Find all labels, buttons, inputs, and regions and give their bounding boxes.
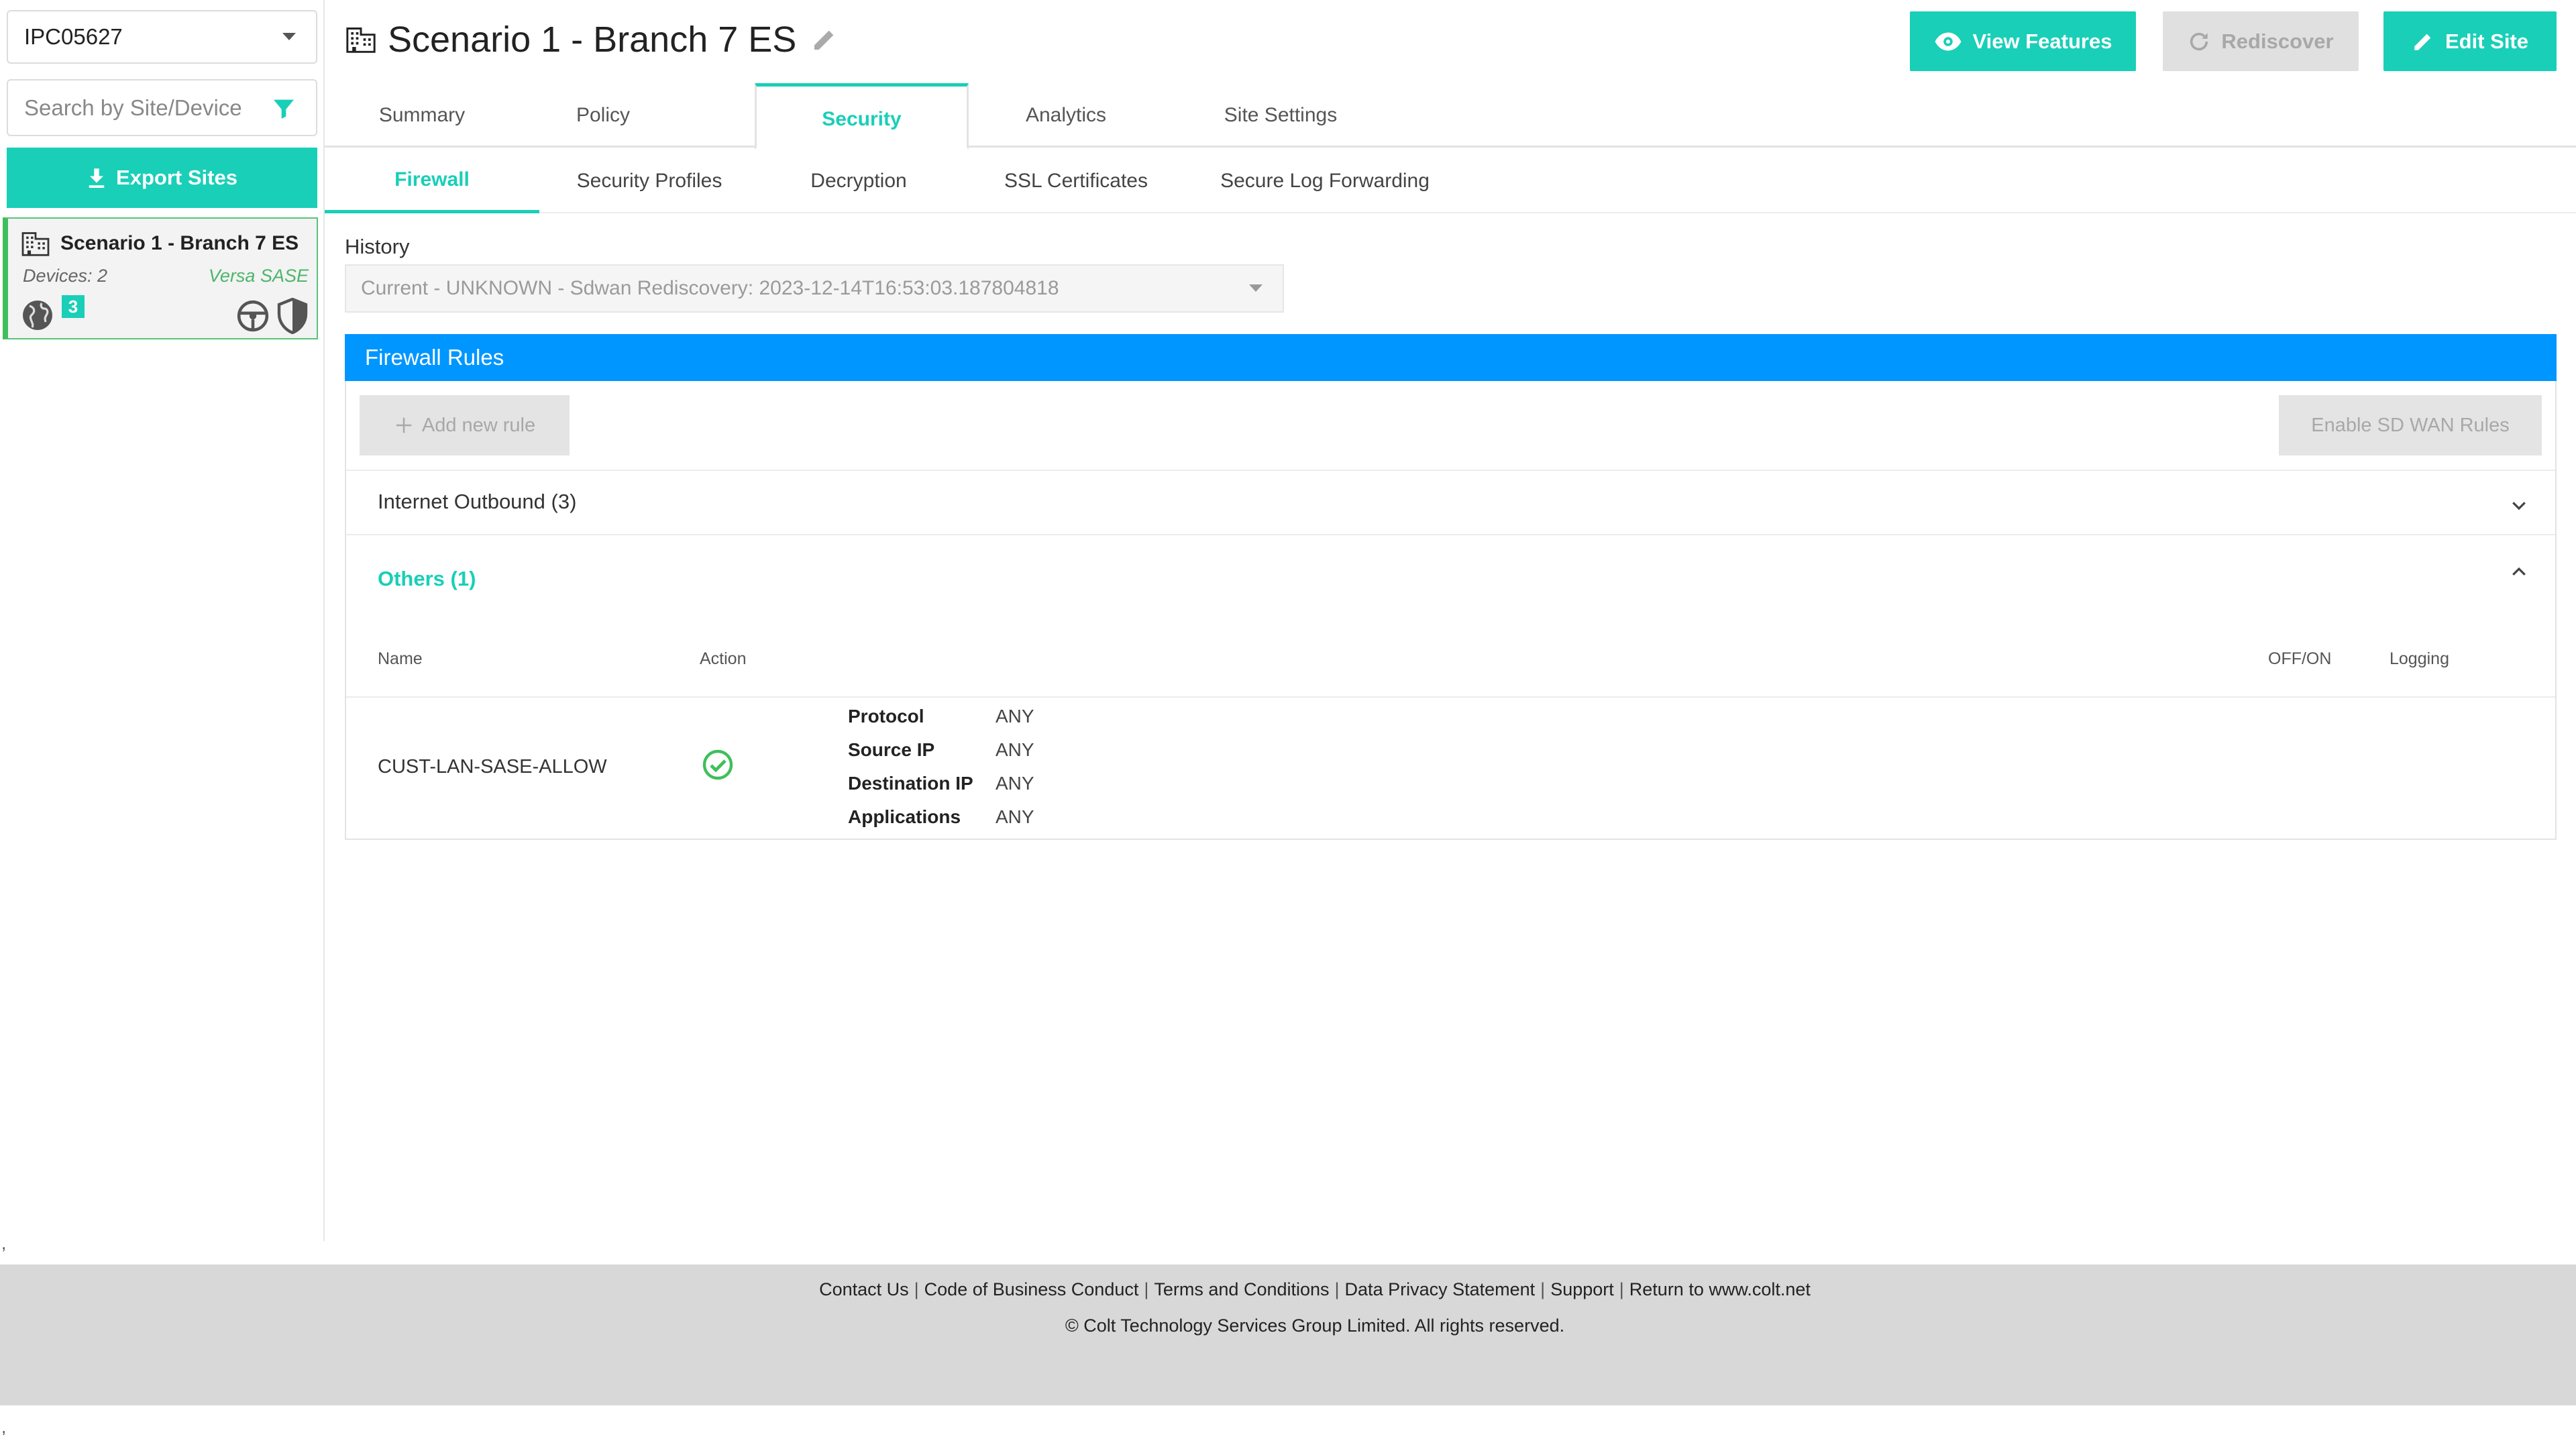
customer-select-value: IPC05627 <box>24 24 123 49</box>
footer-separator: | <box>1334 1279 1340 1299</box>
view-features-label: View Features <box>1972 29 2112 53</box>
copyright-text: © Colt Technology Services Group Limited… <box>1065 1316 1565 1336</box>
page-title: Scenario 1 - Branch 7 ES <box>346 19 838 60</box>
edit-site-button[interactable]: Edit Site <box>2383 11 2557 71</box>
eye-icon <box>1935 32 1962 50</box>
chevron-down-icon <box>282 33 296 40</box>
pencil-icon <box>2414 34 2431 50</box>
search-box <box>7 79 317 136</box>
plus-icon <box>396 417 412 433</box>
divider <box>346 470 2555 471</box>
shield-icon <box>277 298 308 334</box>
column-header-offon: OFF/ON <box>2268 649 2332 668</box>
check-circle-icon <box>702 749 733 780</box>
chevron-down-icon <box>1249 284 1263 292</box>
filter-icon[interactable] <box>270 95 297 122</box>
group-others[interactable]: Others (1) <box>378 567 476 591</box>
column-header-name: Name <box>378 649 423 668</box>
footer-link-contact-us[interactable]: Contact Us <box>819 1279 909 1300</box>
view-features-button[interactable]: View Features <box>1910 11 2136 71</box>
rule-detail-value: ANY <box>996 806 1034 827</box>
footer-link-data-privacy-statement[interactable]: Data Privacy Statement <box>1345 1279 1536 1300</box>
main-tabs: Summary Policy Security Analytics Site S… <box>325 83 2576 150</box>
building-icon <box>21 232 50 256</box>
tab-policy[interactable]: Policy <box>546 83 660 148</box>
footer-link-return-to-colt[interactable]: Return to www.colt.net <box>1629 1279 1811 1300</box>
chevron-down-icon[interactable] <box>2509 495 2529 515</box>
subtab-secure-log-forwarding[interactable]: Secure Log Forwarding <box>1214 149 1436 213</box>
site-card[interactable]: Scenario 1 - Branch 7 ES Devices: 2 Vers… <box>3 217 318 339</box>
site-card-title: Scenario 1 - Branch 7 ES <box>21 231 299 256</box>
site-card-name: Scenario 1 - Branch 7 ES <box>60 232 299 254</box>
add-new-rule-button[interactable]: Add new rule <box>360 395 570 455</box>
footer-separator: | <box>1540 1279 1546 1299</box>
rediscover-label: Rediscover <box>2221 29 2334 53</box>
stray-text: , <box>1 1417 7 1437</box>
globe-icon <box>23 301 52 330</box>
footer-link-support[interactable]: Support <box>1550 1279 1614 1300</box>
subtab-firewall[interactable]: Firewall <box>325 149 539 213</box>
chevron-up-icon[interactable] <box>2509 562 2529 582</box>
footer-separator: | <box>914 1279 919 1299</box>
stray-text: , <box>1 1233 7 1253</box>
rule-detail-value: ANY <box>996 773 1034 794</box>
add-new-rule-label: Add new rule <box>421 414 536 436</box>
footer-separator: | <box>1619 1279 1624 1299</box>
search-input[interactable] <box>24 95 266 121</box>
rule-detail-key: Applications <box>848 806 961 827</box>
export-sites-label: Export Sites <box>116 166 237 189</box>
refresh-icon <box>2190 32 2208 50</box>
tab-security[interactable]: Security <box>755 83 969 150</box>
enable-sdwan-rules-button[interactable]: Enable SD WAN Rules <box>2279 395 2542 455</box>
device-count-badge: 3 <box>62 295 85 318</box>
download-icon <box>89 168 105 188</box>
column-header-logging: Logging <box>2390 649 2449 668</box>
rule-detail-value: ANY <box>996 739 1034 760</box>
footer-link-terms-and-conditions[interactable]: Terms and Conditions <box>1154 1279 1329 1300</box>
building-icon <box>346 28 376 53</box>
rule-detail-value: ANY <box>996 706 1034 727</box>
site-card-devices: Devices: 2 <box>23 266 108 286</box>
divider <box>346 534 2555 535</box>
sub-tabs: Firewall Security Profiles Decryption SS… <box>325 149 2576 213</box>
history-select-value: Current - UNKNOWN - Sdwan Rediscovery: 2… <box>361 277 1059 299</box>
customer-select[interactable]: IPC05627 <box>7 10 317 64</box>
steering-wheel-icon <box>237 300 269 332</box>
column-header-action: Action <box>700 649 747 668</box>
tab-summary[interactable]: Summary <box>365 83 479 148</box>
subtab-decryption[interactable]: Decryption <box>792 149 926 213</box>
site-card-vendor: Versa SASE <box>208 266 309 286</box>
footer-link-code-of-business-conduct[interactable]: Code of Business Conduct <box>924 1279 1139 1300</box>
footer-links: Contact Us | Code of Business Conduct | … <box>0 1279 2576 1300</box>
rule-detail-key: Protocol <box>848 706 924 727</box>
firewall-panel <box>345 334 2557 840</box>
rule-detail-key: Destination IP <box>848 773 973 794</box>
firewall-rules-header: Firewall Rules <box>345 334 2557 381</box>
group-internet-outbound[interactable]: Internet Outbound (3) <box>378 490 576 514</box>
rule-detail-key: Source IP <box>848 739 935 760</box>
history-label: History <box>345 235 410 258</box>
rule-name: CUST-LAN-SASE-ALLOW <box>378 756 607 777</box>
pencil-icon[interactable] <box>811 26 838 53</box>
rediscover-button[interactable]: Rediscover <box>2163 11 2359 71</box>
page-title-text: Scenario 1 - Branch 7 ES <box>388 19 797 60</box>
subtab-ssl-certificates[interactable]: SSL Certificates <box>996 149 1157 213</box>
sidebar: IPC05627 Export Sites Scenario 1 - Branc… <box>0 0 325 1241</box>
tab-analytics[interactable]: Analytics <box>989 83 1143 148</box>
history-select[interactable]: Current - UNKNOWN - Sdwan Rediscovery: 2… <box>345 264 1284 313</box>
tab-site-settings[interactable]: Site Settings <box>1203 83 1358 148</box>
export-sites-button[interactable]: Export Sites <box>7 148 317 208</box>
divider <box>346 696 2555 698</box>
subtab-security-profiles[interactable]: Security Profiles <box>562 149 737 213</box>
footer: Contact Us | Code of Business Conduct | … <box>0 1265 2576 1405</box>
edit-site-label: Edit Site <box>2445 29 2528 53</box>
footer-separator: | <box>1144 1279 1149 1299</box>
